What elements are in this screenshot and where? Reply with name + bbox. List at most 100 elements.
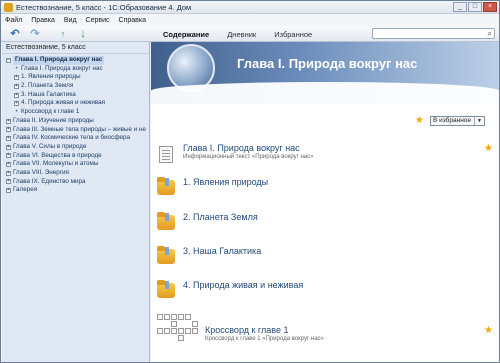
- tree-item[interactable]: • Глава I. Природа вокруг нас: [2, 65, 149, 74]
- app-window: Естествознание, 5 класс - 1С:Образование…: [0, 0, 500, 363]
- content-item-title[interactable]: Глава I. Природа вокруг нас: [183, 143, 300, 153]
- expand-icon[interactable]: +: [6, 179, 11, 185]
- content-item[interactable]: Кроссворд к главе 1 Кроссворд к главе 1 «…: [157, 314, 493, 346]
- tree-item-label: Галерея: [13, 186, 38, 194]
- expand-icon[interactable]: +: [6, 136, 11, 142]
- tree-item[interactable]: + Глава VII. Молекулы и атомы: [2, 160, 149, 169]
- tree-item-label: Глава I. Природа вокруг нас: [13, 56, 105, 65]
- tree-item-label: 2. Планета Земля: [21, 82, 74, 90]
- search-input[interactable]: ⌕: [372, 28, 495, 39]
- favorite-star-icon[interactable]: ★: [484, 326, 493, 336]
- tab-favorites[interactable]: Избранное: [274, 30, 312, 39]
- menu-view[interactable]: Вид: [64, 17, 77, 24]
- chevron-down-icon[interactable]: ▼: [474, 117, 482, 125]
- chapter-banner: Глава I. Природа вокруг нас: [151, 42, 499, 104]
- content-item-subtitle: Кроссворд к главе 1 «Природа вокруг нас»: [205, 336, 324, 342]
- favorites-select-value: В избранное: [433, 117, 472, 124]
- content-item-title[interactable]: 3. Наша Галактика: [183, 246, 261, 256]
- tree-item[interactable]: +3. Наша Галактика: [2, 91, 149, 100]
- tree-item[interactable]: + Глава VI. Вещества в природе: [2, 152, 149, 161]
- folder-icon: [157, 279, 177, 299]
- minimize-button[interactable]: _: [453, 2, 467, 12]
- tree-item[interactable]: + Глава III. Земные тела природы – живые …: [2, 126, 149, 135]
- content-item-title[interactable]: 4. Природа живая и неживая: [183, 280, 303, 290]
- crossword-icon: [157, 314, 198, 341]
- app-icon: [4, 2, 13, 12]
- content-item-title[interactable]: Кроссворд к главе 1: [205, 325, 288, 335]
- expand-icon[interactable]: +: [6, 153, 11, 159]
- menu-bar: Файл Правка Вид Сервис Справка: [1, 14, 499, 26]
- expand-icon[interactable]: +: [6, 162, 11, 168]
- forward-arrow-icon[interactable]: ↷: [29, 28, 41, 40]
- expand-icon[interactable]: +: [6, 118, 11, 124]
- menu-help[interactable]: Справка: [119, 17, 146, 24]
- tree-item-label: Глава IV. Космические тела и биосфера: [13, 134, 131, 142]
- search-icon[interactable]: ⌕: [488, 29, 492, 39]
- main-content: Глава I. Природа вокруг нас ★ В избранно…: [151, 42, 499, 362]
- content-item[interactable]: Глава I. Природа вокруг нас Информационны…: [157, 140, 493, 164]
- tree-item[interactable]: + Глава II. Изучение природы: [2, 117, 149, 126]
- collapse-icon[interactable]: −: [6, 57, 11, 63]
- tree-item[interactable]: +1. Явления природы: [2, 73, 149, 82]
- expand-icon[interactable]: +: [14, 101, 19, 107]
- tree-item[interactable]: + Глава IX. Единство мира: [2, 178, 149, 187]
- expand-icon[interactable]: +: [14, 75, 19, 81]
- window-controls: _ □ ×: [453, 2, 497, 12]
- menu-edit[interactable]: Правка: [31, 17, 55, 24]
- table-of-contents-tree: − Глава I. Природа вокруг нас • Глава I. Пр…: [2, 54, 149, 195]
- sidebar-header: Естествознание, 5 класс: [2, 42, 149, 54]
- menu-file[interactable]: Файл: [5, 17, 22, 24]
- tree-item-label: 4. Природа живая и неживая: [21, 99, 106, 107]
- document-icon: [157, 142, 177, 163]
- tab-bar: Содержание Дневник Избранное: [163, 30, 312, 39]
- down-arrow-icon[interactable]: ↓: [77, 28, 89, 40]
- tree-item-label: Глава VIII. Энергия: [13, 168, 69, 176]
- tree-item[interactable]: + Глава VIII. Энергия: [2, 169, 149, 178]
- tree-item-label: 1. Явления природы: [21, 73, 81, 81]
- expand-icon[interactable]: +: [6, 127, 11, 133]
- content-item-title[interactable]: 1. Явления природы: [183, 177, 268, 187]
- tree-item-label: Глава I. Природа вокруг нас: [21, 64, 103, 72]
- content-item[interactable]: 4. Природа живая и неживая: [157, 277, 493, 301]
- maximize-button[interactable]: □: [468, 2, 482, 12]
- tree-item[interactable]: +2. Планета Земля: [2, 82, 149, 91]
- expand-icon[interactable]: +: [6, 170, 11, 176]
- up-arrow-icon[interactable]: ↑: [57, 28, 69, 40]
- favorites-select[interactable]: В избранное ▼: [430, 116, 485, 126]
- tree-item[interactable]: − Глава I. Природа вокруг нас: [2, 56, 149, 65]
- expand-icon[interactable]: +: [6, 144, 11, 150]
- tree-item[interactable]: • Кроссворд к главе 1: [2, 108, 149, 117]
- tree-item[interactable]: + Галерея: [2, 186, 149, 195]
- tree-item[interactable]: + Глава V. Силы в природе: [2, 143, 149, 152]
- expand-icon[interactable]: +: [14, 92, 19, 98]
- content-item[interactable]: 2. Планета Земля: [157, 209, 493, 233]
- sidebar: Естествознание, 5 класс − Глава I. Природ…: [2, 42, 150, 362]
- tree-item-label: Глава II. Изучение природы: [13, 116, 94, 124]
- favorite-star-icon[interactable]: ★: [484, 144, 493, 154]
- tree-item-label: Глава VI. Вещества в природе: [13, 151, 102, 159]
- tree-item-label: 3. Наша Галактика: [21, 90, 76, 98]
- tree-item-label: Глава IX. Единство мира: [13, 177, 86, 185]
- expand-icon[interactable]: +: [14, 83, 19, 89]
- back-arrow-icon[interactable]: ↶: [9, 28, 21, 40]
- content-item[interactable]: 1. Явления природы: [157, 174, 493, 198]
- bullet-icon: •: [15, 109, 18, 116]
- window-title: Естествознание, 5 класс - 1С:Образование…: [16, 2, 192, 12]
- tree-item[interactable]: +4. Природа живая и неживая: [2, 99, 149, 108]
- title-bar: Естествознание, 5 класс - 1С:Образование…: [1, 1, 499, 14]
- tab-contents[interactable]: Содержание: [163, 30, 209, 39]
- tree-item[interactable]: + Глава IV. Космические тела и биосфера: [2, 134, 149, 143]
- content-item[interactable]: 3. Наша Галактика: [157, 243, 493, 267]
- close-button[interactable]: ×: [483, 2, 497, 12]
- content-item-title[interactable]: 2. Планета Земля: [183, 212, 258, 222]
- folder-icon: [157, 211, 177, 231]
- banner-swoosh: [151, 82, 499, 104]
- tree-item-label: Глава VII. Молекулы и атомы: [13, 160, 99, 168]
- tab-diary[interactable]: Дневник: [227, 30, 256, 39]
- menu-tools[interactable]: Сервис: [86, 17, 110, 24]
- folder-icon: [157, 245, 177, 265]
- tree-item-label: Глава III. Земные тела природы – живые и…: [13, 125, 147, 133]
- expand-icon[interactable]: +: [6, 188, 11, 194]
- favorites-control: ★ В избранное ▼: [415, 116, 485, 126]
- folder-icon: [157, 176, 177, 196]
